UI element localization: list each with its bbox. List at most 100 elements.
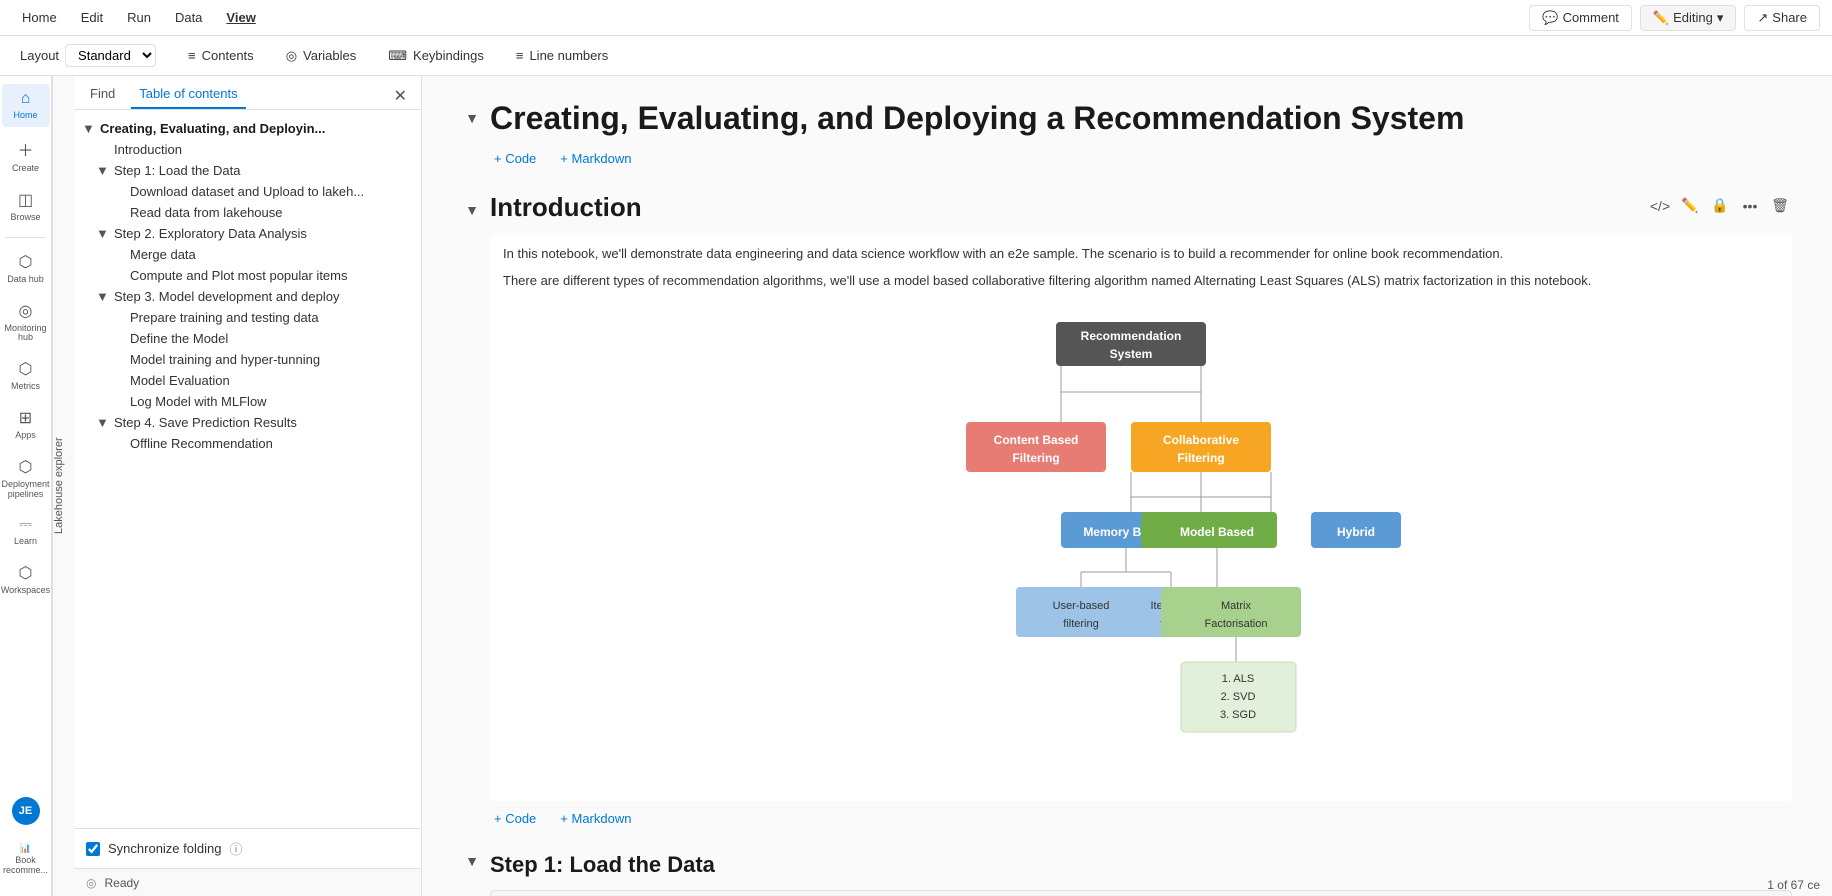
menu-run[interactable]: Run <box>117 6 161 29</box>
main-content[interactable]: ▼ Creating, Evaluating, and Deploying a … <box>422 76 1832 896</box>
spacer-icon <box>112 310 128 325</box>
sidebar-panel: Lakehouse explorer Find Table of content… <box>52 76 422 896</box>
toc-intro[interactable]: Introduction <box>78 139 417 160</box>
main-layout: ⌂ Home ＋ Create ◫ Browse ⬡ Data hub ◎ Mo… <box>0 76 1832 896</box>
toc-step4-offline[interactable]: Offline Recommendation <box>78 433 417 454</box>
sidebar-content: Lakehouse explorer Find Table of content… <box>52 76 421 896</box>
toolbar: Layout Standard ≡ Contents ◎ Variables ⌨… <box>0 36 1832 76</box>
workspaces-icon: ⬡ <box>19 563 33 583</box>
svg-text:Matrix: Matrix <box>1221 600 1251 612</box>
browse-icon: ◫ <box>18 190 33 210</box>
comment-button[interactable]: 💬 Comment <box>1529 5 1632 31</box>
lock-cell-icon[interactable]: 🔒 <box>1708 194 1732 218</box>
sidebar-inner: Find Table of contents ✕ ▼ Creating, Eva… <box>74 76 421 896</box>
layout-selector[interactable]: Layout Standard <box>12 40 164 71</box>
title-collapse-button[interactable]: ▼ <box>462 108 482 128</box>
menu-data[interactable]: Data <box>165 6 212 29</box>
menu-home[interactable]: Home <box>12 6 67 29</box>
nav-apps[interactable]: ⊞ Apps <box>2 402 50 447</box>
contents-button[interactable]: ≡ Contents <box>180 44 262 67</box>
editing-button[interactable]: ✏️ Editing ▾ <box>1640 5 1736 31</box>
variables-button[interactable]: ◎ Variables <box>278 44 365 68</box>
toc-step1-read[interactable]: Read data from lakehouse <box>78 202 417 223</box>
edit-icon: ✏️ <box>1653 10 1669 26</box>
toc-step2[interactable]: ▼ Step 2. Exploratory Data Analysis <box>78 223 417 244</box>
toc-step1-download[interactable]: Download dataset and Upload to lakeh... <box>78 181 417 202</box>
nav-workspaces[interactable]: ⬡ Workspaces <box>2 557 50 602</box>
variables-icon: ◎ <box>286 48 297 64</box>
intro-heading-row: ▼ Introduction </> ✏️ 🔒 ••• 🗑 <box>462 176 1792 235</box>
close-sidebar-button[interactable]: ✕ <box>388 84 413 108</box>
monitoring-icon: ◎ <box>19 301 33 321</box>
intro-heading: Introduction <box>490 192 642 223</box>
tab-find[interactable]: Find <box>82 82 123 109</box>
nav-browse[interactable]: ◫ Browse <box>2 184 50 229</box>
book-recommend-nav[interactable]: 📊 Book recomme... <box>2 839 50 880</box>
edit-cell-icon[interactable]: ✏️ <box>1678 194 1702 218</box>
svg-text:Content Based: Content Based <box>994 433 1079 447</box>
toc-step4[interactable]: ▼ Step 4. Save Prediction Results <box>78 412 417 433</box>
toc-step3-prepare[interactable]: Prepare training and testing data <box>78 307 417 328</box>
nav-divider-1 <box>5 237 46 238</box>
toc-step2-compute[interactable]: Compute and Plot most popular items <box>78 265 417 286</box>
recommendation-diagram: Recommendation System Content Based Filt… <box>503 312 1779 772</box>
apps-icon: ⊞ <box>19 408 32 428</box>
toc-step3-training[interactable]: Model training and hyper-tunning <box>78 349 417 370</box>
svg-text:User-based: User-based <box>1053 600 1110 612</box>
nav-create[interactable]: ＋ Create <box>2 131 50 180</box>
toc-step3-eval[interactable]: Model Evaluation <box>78 370 417 391</box>
sync-folding-checkbox[interactable] <box>86 842 100 856</box>
layout-dropdown[interactable]: Standard <box>65 44 156 67</box>
toc-step2-merge[interactable]: Merge data <box>78 244 417 265</box>
svg-text:Filtering: Filtering <box>1177 451 1224 465</box>
more-options-icon[interactable]: ••• <box>1738 194 1762 218</box>
svg-text:Model Based: Model Based <box>1180 525 1254 539</box>
toc-step3-define[interactable]: Define the Model <box>78 328 417 349</box>
add-code-button-2[interactable]: + Code <box>490 809 540 828</box>
toc-step1[interactable]: ▼ Step 1: Load the Data <box>78 160 417 181</box>
sidebar-tabs: Find Table of contents ✕ <box>74 76 421 110</box>
menu-edit[interactable]: Edit <box>71 6 113 29</box>
toc-root-item[interactable]: ▼ Creating, Evaluating, and Deployin... <box>78 118 417 139</box>
nav-metrics[interactable]: ⬡ Metrics <box>2 353 50 398</box>
code-view-icon[interactable]: </> <box>1648 194 1672 218</box>
line-numbers-button[interactable]: ≡ Line numbers <box>508 44 616 67</box>
spacer-icon <box>112 436 128 451</box>
add-markdown-button-2[interactable]: + Markdown <box>556 809 635 828</box>
spacer-icon <box>112 184 128 199</box>
svg-text:Factorisation: Factorisation <box>1205 618 1268 630</box>
toc-step3-log[interactable]: Log Model with MLFlow <box>78 391 417 412</box>
toc-step3[interactable]: ▼ Step 3. Model development and deploy <box>78 286 417 307</box>
keybindings-icon: ⌨ <box>388 48 407 64</box>
metrics-icon: ⬡ <box>19 359 33 379</box>
nav-deployment[interactable]: ⬡ Deployment pipelines <box>2 451 50 506</box>
svg-text:System: System <box>1110 347 1153 361</box>
notebook-title: Creating, Evaluating, and Deploying a Re… <box>490 100 1464 137</box>
status-icon: ◎ <box>86 876 96 890</box>
sync-folding-row: Synchronize folding ⓘ <box>74 828 421 868</box>
spacer-icon <box>112 205 128 220</box>
tab-toc[interactable]: Table of contents <box>131 82 245 109</box>
step1-collapse-button[interactable]: ▼ <box>462 851 482 871</box>
deployment-icon: ⬡ <box>19 457 33 477</box>
toc-tree: ▼ Creating, Evaluating, and Deployin... … <box>74 110 421 828</box>
nav-home[interactable]: ⌂ Home <box>2 84 50 127</box>
intro-collapse-button[interactable]: ▼ <box>462 200 482 220</box>
add-markdown-button[interactable]: + Markdown <box>556 149 635 168</box>
explorer-label: Lakehouse explorer <box>52 76 74 896</box>
user-avatar[interactable]: JE <box>12 797 40 825</box>
top-right-actions: 💬 Comment ✏️ Editing ▾ ↗ Share <box>1529 5 1820 31</box>
learn-icon: ⎓ <box>19 516 32 534</box>
spacer-icon <box>112 268 128 283</box>
keybindings-button[interactable]: ⌨ Keybindings <box>380 44 492 68</box>
svg-text:1. ALS: 1. ALS <box>1222 673 1254 685</box>
add-code-button[interactable]: + Code <box>490 149 540 168</box>
svg-text:filtering: filtering <box>1063 618 1098 630</box>
delete-cell-icon[interactable]: 🗑 <box>1768 194 1792 218</box>
nav-learn[interactable]: ⎓ Learn <box>2 510 50 553</box>
menu-view[interactable]: View <box>216 6 265 29</box>
nav-datahub[interactable]: ⬡ Data hub <box>2 246 50 291</box>
nav-monitoring[interactable]: ◎ Monitoring hub <box>2 295 50 350</box>
spacer-icon <box>112 247 128 262</box>
share-button[interactable]: ↗ Share <box>1744 5 1820 31</box>
